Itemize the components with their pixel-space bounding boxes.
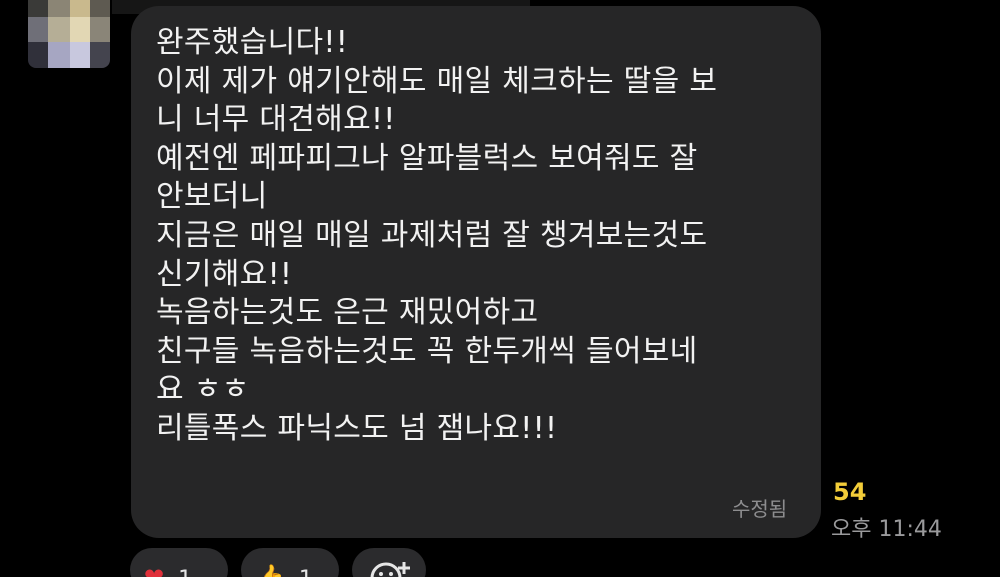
message-line: 니 너무 대견해요!!	[156, 102, 396, 138]
unread-count: 54	[833, 478, 867, 506]
message-line: 친구들 녹음하는것도 꼭 한두개씩 들어보네	[156, 333, 698, 369]
message-line: 요 ㅎㅎ	[156, 372, 250, 408]
message-line: 이제 제가 얘기안해도 매일 체크하는 딸을 보	[156, 63, 718, 99]
message-line: 녹음하는것도 은근 재밌어하고	[156, 295, 539, 331]
reaction-thumbs-up-chip[interactable]: 👍 1	[241, 548, 339, 577]
chat-screen: 완주했습니다!! 이제 제가 얘기안해도 매일 체크하는 딸을 보 니 너무 대…	[0, 0, 1000, 577]
thumbs-up-icon: 👍	[255, 563, 285, 577]
message-line: 신기해요!!	[156, 256, 293, 292]
message-line: 안보더니	[156, 179, 268, 215]
add-reaction-button[interactable]	[352, 548, 426, 577]
message-line: 리틀폭스 파닉스도 넘 잼나요!!!	[156, 410, 558, 446]
edited-label: 수정됨	[732, 497, 788, 521]
reaction-count: 1	[299, 567, 313, 577]
message-line: 지금은 매일 매일 과제처럼 잘 챙겨보는것도	[156, 217, 708, 253]
message-line: 완주했습니다!!	[156, 25, 349, 60]
reaction-count: 1	[178, 567, 192, 577]
avatar[interactable]	[28, 0, 110, 68]
heart-icon: ❤	[144, 563, 165, 577]
add-emoji-icon	[370, 562, 410, 577]
reaction-heart-chip[interactable]: ❤ 1	[130, 548, 228, 577]
message-text: 완주했습니다!! 이제 제가 얘기안해도 매일 체크하는 딸을 보 니 너무 대…	[156, 24, 806, 449]
message-time: 오후 11:44	[831, 517, 942, 542]
message-line: 예전엔 페파피그나 알파블럭스 보여줘도 잘	[156, 140, 698, 176]
